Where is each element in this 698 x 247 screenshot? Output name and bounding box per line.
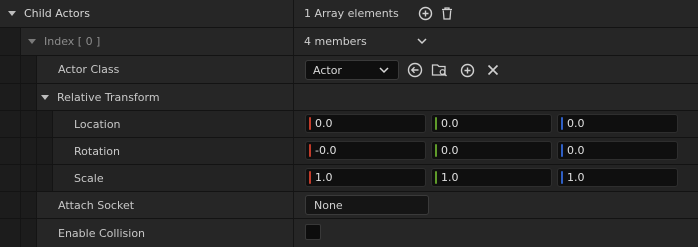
actor-class-value: Actor [313,63,342,77]
clear-x-icon[interactable] [484,61,502,79]
plus-circle-icon[interactable] [417,5,435,23]
chevron-down-icon[interactable] [417,38,427,45]
location-x-value: 0.0 [315,117,333,130]
rotation-z-value: 0.0 [567,144,585,157]
expand-triangle-icon[interactable] [8,11,16,16]
expand-triangle-icon[interactable] [28,39,36,44]
location-z-value: 0.0 [567,117,585,130]
row-actor-class: Actor Class Actor [0,56,698,83]
scale-x-value: 1.0 [315,171,333,184]
row-relative-transform: Relative Transform [0,84,698,110]
attach-socket-value: None [314,198,343,212]
array-count: 1 Array elements [304,7,399,20]
enable-collision-checkbox[interactable] [305,224,321,240]
index-label-wrap[interactable]: Index [ 0 ] [28,28,100,55]
members-count: 4 members [304,35,367,48]
rotation-z-field[interactable]: 0.0 [557,141,678,160]
rotation-x-field[interactable]: -0.0 [305,141,426,160]
trash-icon[interactable] [438,5,456,23]
row-scale: Scale 1.0 1.0 1.0 [0,165,698,191]
location-z-field[interactable]: 0.0 [557,114,678,133]
expand-triangle-icon[interactable] [41,94,49,100]
rotation-y-value: 0.0 [441,144,459,157]
rotation-label: Rotation [74,144,121,158]
scale-x-field[interactable]: 1.0 [305,168,426,187]
use-selected-arrow-icon[interactable] [406,61,424,79]
location-y-field[interactable]: 0.0 [431,114,552,133]
plus-circle-icon[interactable] [458,61,476,79]
row-index-0: Index [ 0 ] 4 members [0,28,698,55]
enable-collision-label: Enable Collision [58,226,146,240]
child-actors-label-wrap[interactable]: Child Actors [8,0,90,27]
scale-z-value: 1.0 [567,171,585,184]
relative-transform-label-wrap[interactable]: Relative Transform [41,84,160,110]
relative-transform-label: Relative Transform [57,90,160,104]
child-actors-label: Child Actors [24,7,90,20]
location-x-field[interactable]: 0.0 [305,114,426,133]
actor-class-label: Actor Class [58,63,120,76]
row-rotation: Rotation -0.0 0.0 0.0 [0,138,698,164]
row-attach-socket: Attach Socket None [0,192,698,218]
chevron-down-icon[interactable] [379,67,389,74]
row-child-actors: Child Actors 1 Array elements [0,0,698,27]
location-y-value: 0.0 [441,117,459,130]
scale-z-field[interactable]: 1.0 [557,168,678,187]
scale-label: Scale [74,171,104,185]
row-location: Location 0.0 0.0 0.0 [0,111,698,137]
scale-y-value: 1.0 [441,171,459,184]
actor-class-combo[interactable]: Actor [305,60,399,80]
rotation-y-field[interactable]: 0.0 [431,141,552,160]
rotation-x-value: -0.0 [315,144,337,157]
attach-socket-field[interactable]: None [305,195,429,215]
members-dropdown[interactable]: 4 members [304,28,427,55]
row-enable-collision: Enable Collision [0,219,698,247]
browse-folder-icon[interactable] [431,61,449,79]
scale-y-field[interactable]: 1.0 [431,168,552,187]
attach-socket-label: Attach Socket [58,198,135,212]
location-label: Location [74,117,121,131]
index-label: Index [ 0 ] [44,35,101,48]
